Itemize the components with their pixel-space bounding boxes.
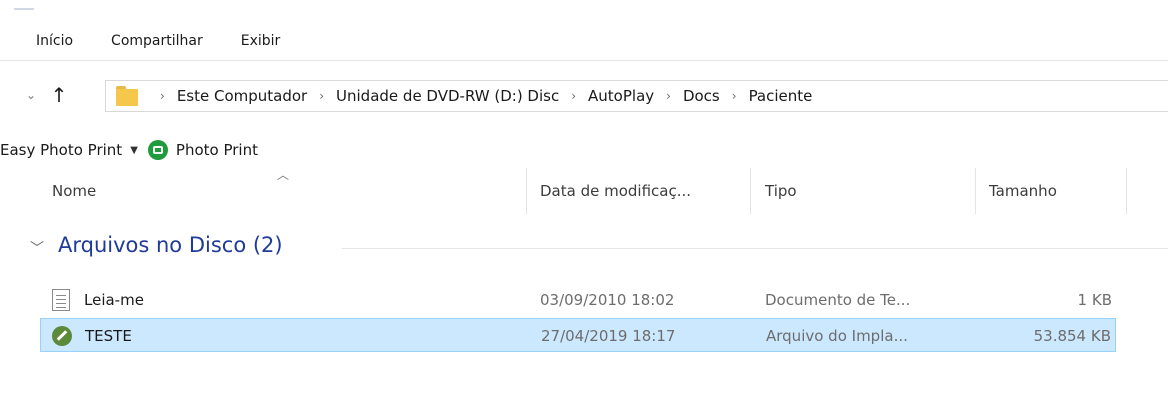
group-header[interactable]: ﹀ Arquivos no Disco (2) bbox=[0, 232, 1168, 264]
file-row-teste[interactable]: TESTE 27/04/2019 18:17 Arquivo do Impla.… bbox=[40, 318, 1116, 352]
photo-print-button[interactable]: Photo Print bbox=[176, 141, 258, 159]
window-accent bbox=[14, 8, 34, 10]
breadcrumb-dvd-drive[interactable]: Unidade de DVD-RW (D:) Disc bbox=[336, 87, 559, 105]
file-date: 27/04/2019 18:17 bbox=[541, 327, 676, 345]
address-row: ⌄ ↑ › Este Computador › Unidade de DVD-R… bbox=[0, 80, 1168, 112]
folder-icon bbox=[116, 86, 138, 106]
breadcrumb: › Este Computador › Unidade de DVD-RW (D… bbox=[148, 81, 812, 111]
column-divider[interactable] bbox=[975, 168, 976, 214]
file-type: Documento de Te... bbox=[765, 291, 911, 309]
photo-print-icon[interactable] bbox=[147, 140, 168, 160]
file-name: Leia-me bbox=[84, 291, 144, 309]
group-divider bbox=[342, 248, 1168, 249]
group-title[interactable]: Arquivos no Disco (2) bbox=[58, 233, 283, 257]
column-header-row: Nome Data de modificaç... Tipo Tamanho bbox=[0, 168, 1168, 216]
breadcrumb-este-computador[interactable]: Este Computador bbox=[177, 87, 307, 105]
file-type: Arquivo do Impla... bbox=[766, 327, 908, 345]
file-date: 03/09/2010 18:02 bbox=[540, 291, 675, 309]
breadcrumb-paciente[interactable]: Paciente bbox=[749, 87, 813, 105]
column-divider[interactable] bbox=[750, 168, 751, 214]
column-divider[interactable] bbox=[1126, 168, 1127, 214]
chevron-down-icon[interactable]: ﹀ bbox=[30, 238, 44, 258]
ribbon-divider bbox=[0, 60, 1168, 61]
command-toolbar: Easy Photo Print ▼ Photo Print bbox=[0, 137, 258, 163]
chevron-down-icon[interactable]: ⌄ bbox=[22, 84, 40, 106]
breadcrumb-docs[interactable]: Docs bbox=[683, 87, 720, 105]
dropdown-caret-icon[interactable]: ▼ bbox=[130, 145, 138, 156]
column-divider[interactable] bbox=[526, 168, 527, 214]
file-row-leia-me[interactable]: Leia-me 03/09/2010 18:02 Documento de Te… bbox=[40, 283, 1116, 317]
up-arrow-icon[interactable]: ↑ bbox=[46, 82, 72, 108]
easy-photo-print-button[interactable]: Easy Photo Print bbox=[0, 141, 122, 159]
chevron-right-icon[interactable]: › bbox=[571, 89, 576, 103]
chevron-right-icon[interactable]: › bbox=[160, 89, 165, 103]
implant-file-icon bbox=[52, 326, 72, 346]
ribbon-tabs: Início Compartilhar Exibir bbox=[0, 28, 288, 54]
tab-inicio[interactable]: Início bbox=[28, 28, 81, 54]
tab-exibir[interactable]: Exibir bbox=[233, 28, 289, 54]
column-header-date[interactable]: Data de modificaç... bbox=[540, 182, 691, 200]
file-name: TESTE bbox=[85, 327, 132, 345]
breadcrumb-autoplay[interactable]: AutoPlay bbox=[588, 87, 654, 105]
file-size: 53.854 KB bbox=[1033, 327, 1111, 345]
text-document-icon bbox=[52, 289, 70, 311]
column-header-size[interactable]: Tamanho bbox=[989, 182, 1057, 200]
column-header-type[interactable]: Tipo bbox=[765, 182, 797, 200]
chevron-right-icon[interactable]: › bbox=[319, 89, 324, 103]
file-size: 1 KB bbox=[1077, 291, 1112, 309]
tab-compartilhar[interactable]: Compartilhar bbox=[103, 28, 211, 54]
chevron-right-icon[interactable]: › bbox=[666, 89, 671, 103]
chevron-right-icon[interactable]: › bbox=[732, 89, 737, 103]
column-header-name[interactable]: Nome bbox=[52, 182, 96, 200]
address-bar[interactable]: › Este Computador › Unidade de DVD-RW (D… bbox=[105, 80, 1168, 112]
